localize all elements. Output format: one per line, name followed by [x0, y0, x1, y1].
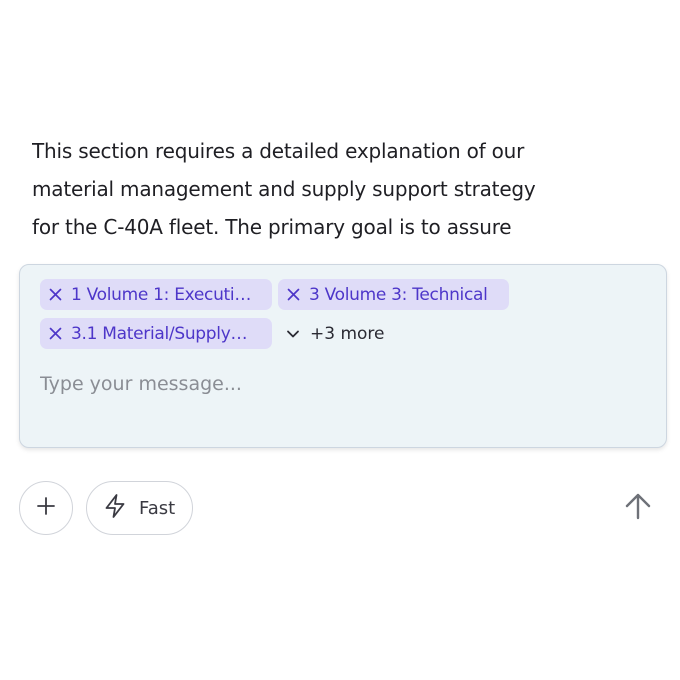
document-line: This section requires a detailed explana…: [32, 139, 525, 163]
show-more-label: +3 more: [310, 323, 385, 344]
context-chip-label: 1 Volume 1: Executi…: [71, 284, 252, 305]
show-more-chips-button[interactable]: +3 more: [286, 318, 385, 349]
document-line: for the C-40A fleet. The primary goal is…: [32, 215, 512, 239]
chevron-down-icon: [286, 324, 300, 344]
message-composer: 1 Volume 1: Executi… 3 Volume 3: Technic…: [19, 264, 667, 448]
close-icon[interactable]: [48, 287, 63, 302]
plus-icon: [36, 496, 56, 520]
add-attachment-button[interactable]: [19, 481, 73, 535]
arrow-up-icon: [623, 491, 653, 525]
context-chip[interactable]: 3.1 Material/Supply…: [40, 318, 272, 349]
message-input[interactable]: [40, 367, 640, 401]
context-chip[interactable]: 3 Volume 3: Technical: [278, 279, 509, 310]
context-chip-label: 3 Volume 3: Technical: [309, 284, 488, 305]
document-excerpt: This section requires a detailed explana…: [32, 132, 632, 240]
close-icon[interactable]: [286, 287, 301, 302]
lightning-icon: [103, 493, 127, 523]
chat-page: This section requires a detailed explana…: [0, 0, 680, 680]
context-chip-label: 3.1 Material/Supply…: [71, 323, 248, 344]
send-button[interactable]: [618, 488, 658, 528]
context-chip[interactable]: 1 Volume 1: Executi…: [40, 279, 272, 310]
close-icon[interactable]: [48, 326, 63, 341]
mode-selector-button[interactable]: Fast: [86, 481, 193, 535]
document-line: material management and supply support s…: [32, 177, 536, 201]
mode-label: Fast: [139, 497, 176, 519]
